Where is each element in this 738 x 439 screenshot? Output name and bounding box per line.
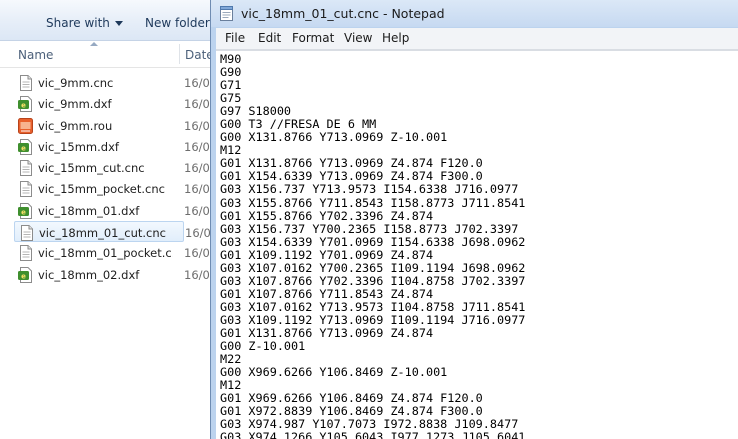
text-editor[interactable]: M90 G90 G71 G75 G97 S18000 G00 T3 //FRESA DE …: [216, 50, 738, 439]
desktop: Share with New folder Name Date vic_9mm.…: [0, 0, 738, 439]
code-line: G01 X109.1192 Y701.0969 Z4.874: [220, 247, 434, 262]
code-line: M90: [220, 52, 242, 66]
chevron-down-icon: [114, 21, 123, 26]
file-list-item[interactable]: vic_9mm.cnc 16/04: [14, 72, 214, 93]
column-header-name[interactable]: Name: [18, 48, 53, 62]
cnc-file-icon: [18, 181, 33, 198]
file-list-item[interactable]: vic_18mm_01_cut.cnc16/04: [14, 221, 214, 243]
file-list-item[interactable]: e vic_15mm.dxf 16/04: [14, 136, 214, 157]
column-divider[interactable]: [179, 44, 180, 64]
new-folder-button[interactable]: New folder: [145, 16, 210, 30]
code-line: G01 X107.8766 Y711.8543 Z4.874: [220, 286, 434, 301]
file-name: vic_9mm.cnc: [38, 76, 114, 90]
code-line: G03 X156.737 Y700.2365 I158.8773 J702.33…: [220, 221, 519, 236]
sort-ascending-icon: [90, 42, 98, 46]
code-line: G01 X155.8766 Y702.3396 Z4.874: [220, 208, 434, 223]
menu-format[interactable]: Format: [292, 31, 334, 45]
window-title: vic_18mm_01_cut.cnc - Notepad: [241, 6, 445, 21]
menu-bar: File Edit Format View Help: [216, 28, 738, 50]
code-line: G00 Z-10.001: [220, 339, 306, 354]
file-list: vic_9mm.cnc 16/04 e vic_9mm.dxf 16/04 vic_9mm…: [0, 72, 214, 285]
file-list-item[interactable]: e vic_9mm.dxf 16/04: [14, 93, 214, 114]
cnc-file-icon: [18, 75, 33, 91]
svg-text:e: e: [21, 102, 26, 110]
file-name: vic_15mm_pocket.cnc: [38, 182, 165, 197]
file-list-item[interactable]: vic_18mm_01_pocket.c... 16/04: [14, 242, 214, 263]
file-list-item[interactable]: e vic_18mm_01.dxf 16/04: [14, 200, 214, 221]
code-line: G00 X131.8766 Y713.0969 Z-10.001: [220, 130, 448, 145]
code-line: G03 X107.8766 Y702.3396 I104.8758 J702.3…: [220, 273, 526, 288]
file-list-item[interactable]: vic_15mm_cut.cnc 16/04: [14, 157, 214, 178]
file-name: vic_18mm_02.dxf: [38, 267, 140, 282]
notepad-window: vic_18mm_01_cut.cnc - Notepad File Edit …: [210, 0, 738, 439]
cnc-file-icon: [18, 245, 33, 262]
file-list-item[interactable]: vic_9mm.rou 16/04: [14, 115, 214, 136]
dxf-file-icon: e: [18, 202, 33, 219]
explorer-toolbar: Share with New folder: [0, 0, 214, 41]
file-list-item[interactable]: e vic_18mm_02.dxf 16/04: [14, 264, 214, 285]
menu-help[interactable]: Help: [382, 31, 409, 45]
share-with-label: Share with: [46, 16, 110, 30]
file-name: vic_15mm_cut.cnc: [38, 161, 145, 176]
cnc-file-icon: [19, 225, 34, 242]
explorer-window: Share with New folder Name Date vic_9mm.…: [0, 0, 214, 439]
code-line: G03 X154.6339 Y701.0969 I154.6338 J698.0…: [220, 234, 526, 249]
file-name: vic_18mm_01_cut.cnc: [39, 226, 166, 241]
rou-file-icon: [18, 117, 33, 134]
code-line: G71: [220, 78, 242, 93]
dxf-file-icon: e: [18, 266, 33, 283]
code-line: G03 X155.8766 Y711.8543 I158.8773 J711.8…: [220, 195, 526, 210]
file-list-item[interactable]: vic_15mm_pocket.cnc 16/04: [14, 178, 214, 199]
code-line: G03 X974.1266 Y105.6043 I977.1273 J105.6…: [220, 430, 526, 439]
dxf-file-icon: e: [18, 96, 33, 113]
file-name: vic_18mm_01.dxf: [38, 203, 140, 218]
code-line: G03 X107.0162 Y713.9573 I104.8758 J711.8…: [220, 299, 526, 314]
svg-text:e: e: [21, 272, 26, 280]
code-line: G03 X107.0162 Y700.2365 I109.1194 J698.0…: [220, 260, 526, 275]
dxf-file-icon: e: [18, 138, 33, 155]
file-name: vic_18mm_01_pocket.c...: [38, 246, 173, 261]
share-with-button[interactable]: Share with: [46, 16, 123, 30]
notepad-icon: [220, 6, 233, 21]
file-name: vic_9mm.dxf: [38, 97, 112, 112]
editor-content: M90 G90 G71 G75 G97 S18000 G00 T3 //FRESA DE …: [220, 52, 526, 439]
file-name: vic_15mm.dxf: [38, 139, 119, 154]
column-header: Name Date: [0, 41, 214, 68]
menu-view[interactable]: View: [344, 31, 372, 45]
code-line: G90: [220, 65, 242, 80]
cnc-file-icon: [18, 160, 33, 177]
file-name: vic_9mm.rou: [38, 118, 113, 133]
title-bar[interactable]: vic_18mm_01_cut.cnc - Notepad: [211, 0, 738, 27]
svg-text:e: e: [21, 208, 26, 216]
code-line: G03 X156.737 Y713.9573 I154.6338 J716.09…: [220, 182, 519, 197]
svg-text:e: e: [21, 144, 26, 152]
menu-file[interactable]: File: [225, 31, 245, 45]
code-line: G00 X969.6266 Y106.8469 Z-10.001: [220, 365, 448, 380]
menu-edit[interactable]: Edit: [258, 31, 281, 45]
